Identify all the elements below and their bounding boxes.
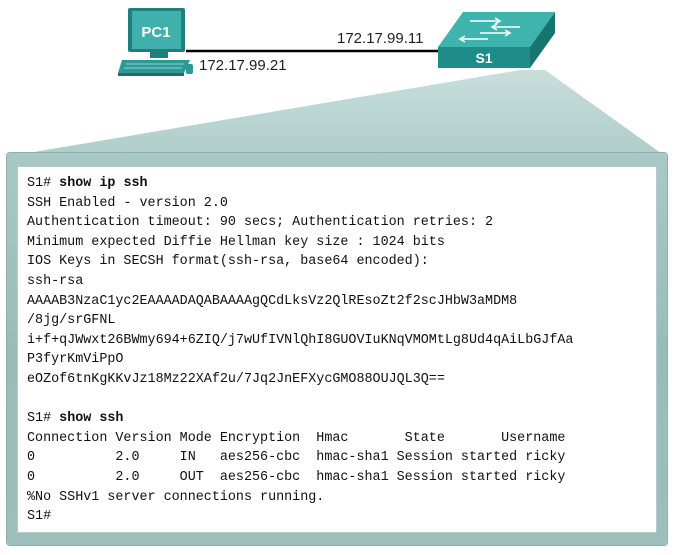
terminal-line: 0 2.0 IN aes256-cbc hmac-sha1 Session st… xyxy=(27,450,566,466)
terminal-frame: S1# show ip ssh SSH Enabled - version 2.0… xyxy=(7,153,667,545)
terminal-line: AAAAB3NzaC1yc2EAAAADAQABAAAAgQCdLksVz2Ql… xyxy=(27,293,518,309)
terminal-prompt: S1# xyxy=(27,176,60,191)
terminal-command: show ssh xyxy=(59,411,124,427)
switch-s1-icon xyxy=(438,12,555,68)
terminal-line: ssh-rsa xyxy=(27,273,84,289)
network-topology: PC1 S1 xyxy=(10,8,665,156)
terminal-line: i+f+qJWwxt26BWmy694+6ZIQ/j7wUfIVNlQhI8GU… xyxy=(27,332,574,348)
terminal-line: SSH Enabled - version 2.0 xyxy=(27,195,228,211)
terminal-line: S1# show ssh xyxy=(27,409,656,429)
terminal-output: S1# show ip ssh SSH Enabled - version 2.0… xyxy=(17,166,657,533)
terminal-line: IOS Keys in SECSH format(ssh-rsa, base64… xyxy=(27,254,429,270)
terminal-prompt: S1# xyxy=(27,509,52,525)
pc1-icon xyxy=(118,8,193,76)
terminal-command: show ip ssh xyxy=(59,176,148,191)
terminal-line: eOZof6tnKgKKvJz18Mz22XAf2u/7Jq2JnEFXycGM… xyxy=(27,371,445,387)
pc1-label: PC1 xyxy=(141,24,170,41)
terminal-line: P3fyrKmViPpO xyxy=(27,352,124,368)
terminal-line: S1# xyxy=(27,507,656,527)
terminal-line: Minimum expected Diffie Hellman key size… xyxy=(27,234,445,250)
pc-ip-label: 172.17.99.21 xyxy=(199,57,287,74)
terminal-line: Connection Version Mode Encryption Hmac … xyxy=(27,430,566,446)
callout-wedge xyxy=(10,70,665,156)
terminal-line: /8jg/srGFNL xyxy=(27,313,116,329)
terminal-line: S1# show ip ssh xyxy=(27,174,656,194)
terminal-line: %No SSHv1 server connections running. xyxy=(27,489,325,505)
switch-ip-label: 172.17.99.11 xyxy=(337,30,424,47)
terminal-prompt: S1# xyxy=(27,411,60,427)
terminal-line: 0 2.0 OUT aes256-cbc hmac-sha1 Session s… xyxy=(27,469,566,485)
terminal-line: Authentication timeout: 90 secs; Authent… xyxy=(27,215,494,231)
switch-s1-label: S1 xyxy=(475,50,492,66)
